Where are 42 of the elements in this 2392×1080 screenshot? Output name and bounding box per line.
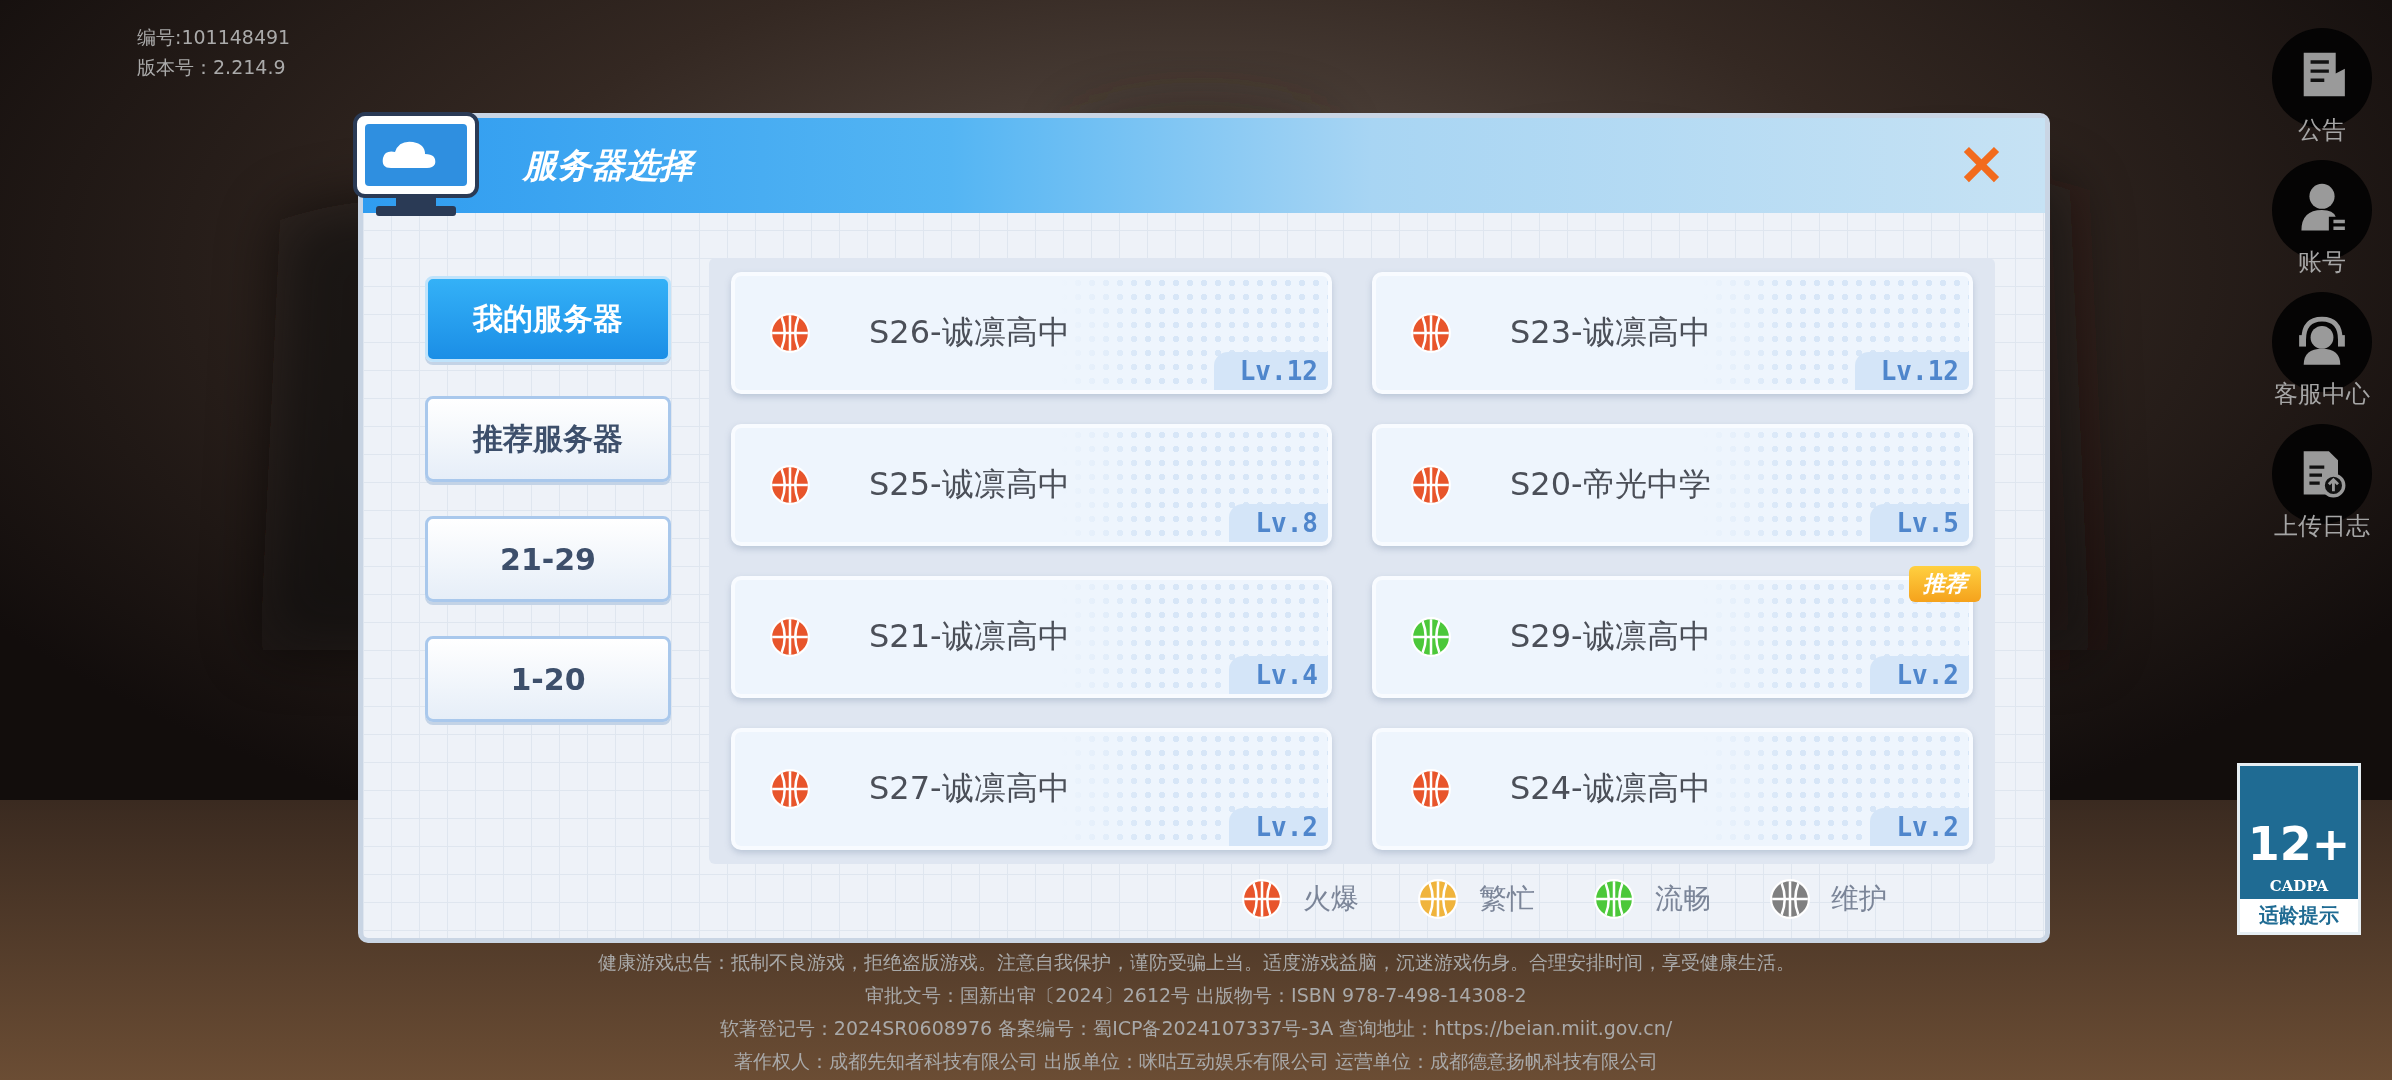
server-card[interactable]: S24-诚凛高中 Lv.2 [1372, 728, 1973, 850]
server-card[interactable]: S26-诚凛高中 Lv.12 [731, 272, 1332, 394]
side-menu-label[interactable]: 上传日志 [2274, 510, 2370, 542]
server-tab[interactable]: 推荐服务器 [425, 396, 671, 482]
server-card[interactable]: S23-诚凛高中 Lv.12 [1372, 272, 1973, 394]
footer-notice: 软著登记号：2024SR0608976 备案编号：蜀ICP备2024107337号-3A 查询地址：https://beian.miit.gov.cn/ [719, 1016, 1673, 1041]
server-name: S25-诚凛高中 [869, 464, 1070, 505]
server-card[interactable]: S27-诚凛高中 Lv.2 [731, 728, 1332, 850]
recommended-badge: 推荐 [1909, 566, 1981, 602]
side-menu-label[interactable]: 公告 [2298, 114, 2346, 146]
side-menu-label[interactable]: 客服中心 [2274, 378, 2370, 410]
footer-notice: 健康游戏忠告：抵制不良游戏，拒绝盗版游戏。注意自我保护，谨防受骗上当。适度游戏益脑，沉迷游戏伤身。合理安排时间，享受健康生活。 [597, 950, 1795, 975]
legend-label: 火爆 [1303, 881, 1359, 917]
level-tag: Lv.2 [1229, 808, 1328, 846]
server-tab[interactable]: 21-29 [425, 516, 671, 602]
legend-label: 繁忙 [1479, 881, 1535, 917]
level-tag: Lv.2 [1870, 656, 1969, 694]
build-id-label: 编号:101148491 [137, 25, 291, 50]
server-card[interactable]: S25-诚凛高中 Lv.8 [731, 424, 1332, 546]
level-tag: Lv.2 [1870, 808, 1969, 846]
level-tag: Lv.5 [1870, 504, 1969, 542]
server-card[interactable]: S20-帝光中学 Lv.5 [1372, 424, 1973, 546]
legend-label: 流畅 [1655, 881, 1711, 917]
server-name: S26-诚凛高中 [869, 312, 1070, 353]
legend-label: 维护 [1831, 881, 1887, 917]
footer-notice: 著作权人：成都先知者科技有限公司 出版单位：咪咕互动娱乐有限公司 运营单位：成都德意扬帆科技有限公司 [733, 1049, 1659, 1074]
level-tag: Lv.12 [1213, 352, 1328, 390]
version-label: 版本号：2.214.9 [137, 55, 287, 80]
level-tag: Lv.12 [1854, 352, 1969, 390]
server-name: S23-诚凛高中 [1510, 312, 1711, 353]
server-card[interactable]: S21-诚凛高中 Lv.4 [731, 576, 1332, 698]
server-name: S29-诚凛高中 [1510, 616, 1711, 657]
footer-notice: 审批文号：国新出审〔2024〕2612号 出版物号：ISBN 978-7-498-14308-2 [865, 983, 1527, 1008]
server-name: S24-诚凛高中 [1510, 768, 1711, 809]
server-name: S27-诚凛高中 [869, 768, 1070, 809]
age-rating-badge[interactable]: 12+ CADPA 适龄提示 [2237, 763, 2361, 935]
level-tag: Lv.8 [1229, 504, 1328, 542]
level-tag: Lv.4 [1229, 656, 1328, 694]
server-tab[interactable]: 1-20 [425, 636, 671, 722]
side-menu-label[interactable]: 账号 [2298, 246, 2346, 278]
server-name: S21-诚凛高中 [869, 616, 1070, 657]
server-name: S20-帝光中学 [1510, 464, 1711, 505]
